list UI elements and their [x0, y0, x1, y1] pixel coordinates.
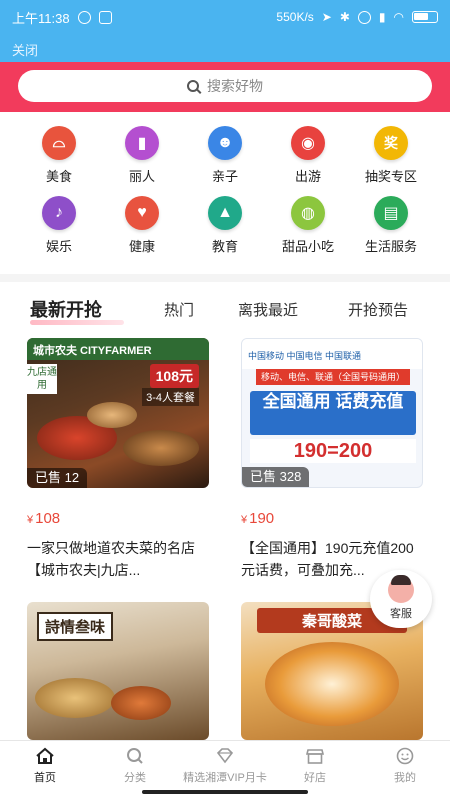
category-grid: ⌓ 美食 ▮ 丽人 ☻ 亲子 ◉ 出游 奖 抽奖专区 ♪ 娱乐 ♥ 健康 ▲ 教… — [0, 112, 450, 282]
smiley-icon — [395, 747, 415, 765]
location-icon: ➤ — [321, 10, 332, 24]
category-travel[interactable]: ◉ 出游 — [263, 126, 353, 185]
tab-nearby[interactable]: 离我最近 — [238, 299, 298, 320]
currency-symbol: ¥ — [27, 514, 34, 526]
category-education[interactable]: ▲ 教育 — [180, 196, 270, 255]
category-label: 抽奖专区 — [364, 169, 417, 184]
category-label: 亲子 — [211, 169, 238, 184]
product-image: 中国移动 中国电信 中国联通 移动、电信、联通（全国号码通用） 全国通用 话费充… — [241, 338, 423, 488]
graduation-cap-icon: ▲ — [208, 196, 242, 230]
store-badge: 九店通用 — [27, 364, 57, 394]
notification-icon — [77, 10, 91, 24]
customer-service-button[interactable]: 客服 — [370, 570, 432, 628]
carrier-logos: 中国移动 中国电信 中国联通 — [242, 339, 422, 369]
network-speed: 550K/s — [276, 10, 314, 24]
product-card[interactable]: 詩情叁味 — [27, 602, 209, 740]
customer-service-avatar-icon — [388, 575, 414, 603]
dish-plate — [111, 686, 171, 720]
nav-label: 好店 — [304, 772, 326, 784]
category-family[interactable]: ☻ 亲子 — [180, 126, 270, 185]
dish-plate — [35, 678, 115, 718]
bluetooth-icon: ✱ — [339, 10, 350, 24]
sold-count: 已售 328 — [242, 467, 310, 487]
dish-plate — [265, 642, 399, 726]
product-image: 城市农夫 CITYFARMER 九店通用 108元 3-4人套餐 已售 12 — [27, 338, 209, 488]
category-food[interactable]: ⌓ 美食 — [14, 126, 104, 185]
category-label: 甜品小吃 — [281, 239, 334, 254]
basket-icon: ▤ — [374, 196, 408, 230]
camera-icon: ◉ — [291, 126, 325, 160]
category-label: 娱乐 — [45, 239, 72, 254]
title-bar: 关闭 — [0, 34, 450, 62]
sold-count: 已售 12 — [27, 468, 88, 488]
nav-label: 精选湘潭VIP月卡 — [183, 772, 267, 784]
microphone-icon: ♪ — [42, 196, 76, 230]
search-band: 搜索好物 — [0, 62, 450, 112]
category-health[interactable]: ♥ 健康 — [97, 196, 187, 255]
status-bar: 上午11:38 550K/s ➤ ✱ ▮ ◠ — [0, 0, 450, 34]
nav-label: 首页 — [34, 772, 56, 784]
home-icon — [35, 747, 55, 765]
topup-headline: 全国通用 话费充值 — [250, 391, 416, 435]
category-label: 教育 — [211, 239, 238, 254]
category-label: 健康 — [128, 239, 155, 254]
price-value: 190 — [249, 510, 275, 527]
dessert-icon: ◍ — [291, 196, 325, 230]
category-beauty[interactable]: ▮ 丽人 — [97, 126, 187, 185]
tab-bar: 最新开抢 热门 离我最近 开抢预告 — [0, 290, 450, 330]
tab-preview[interactable]: 开抢预告 — [348, 299, 408, 320]
cloche-icon: ⌓ — [42, 126, 76, 160]
gesture-home-bar[interactable] — [142, 790, 308, 794]
alarm-icon — [357, 10, 371, 24]
status-time: 上午11:38 — [12, 10, 70, 26]
app-notification-icon — [98, 10, 112, 24]
currency-symbol: ¥ — [241, 514, 248, 526]
nav-label: 分类 — [124, 772, 146, 784]
tab-latest[interactable]: 最新开抢 — [30, 296, 102, 322]
dish-plate — [87, 402, 137, 428]
family-icon: ☻ — [208, 126, 242, 160]
search-input[interactable]: 搜索好物 — [18, 70, 432, 102]
brand-banner: 城市农夫 CITYFARMER — [27, 338, 209, 360]
search-placeholder: 搜索好物 — [207, 78, 263, 94]
prize-icon: 奖 — [374, 126, 408, 160]
dish-plate — [123, 430, 199, 466]
diamond-icon — [215, 747, 235, 765]
product-price: ¥108 — [27, 510, 209, 527]
wifi-icon: ◠ — [393, 10, 404, 24]
signal-icon: ▮ — [378, 10, 386, 24]
product-price: ¥190 — [241, 510, 423, 527]
product-card[interactable]: 中国移动 中国电信 中国联通 移动、电信、联通（全国号码通用） 全国通用 话费充… — [241, 338, 423, 581]
product-card[interactable]: 城市农夫 CITYFARMER 九店通用 108元 3-4人套餐 已售 12 ¥… — [27, 338, 209, 581]
category-lottery[interactable]: 奖 抽奖专区 — [346, 126, 436, 185]
nav-label: 我的 — [394, 772, 416, 784]
search-icon — [125, 747, 145, 765]
nav-mine[interactable]: 我的 — [360, 741, 450, 800]
product-image: 詩情叁味 — [27, 602, 209, 740]
tab-hot[interactable]: 热门 — [164, 299, 194, 320]
customer-service-label: 客服 — [390, 608, 412, 620]
search-icon — [187, 80, 199, 92]
product-description: 一家只做地道农夫菜的名店【城市农夫|九店... — [27, 540, 195, 578]
battery-icon — [412, 11, 438, 23]
close-button[interactable]: 关闭 — [12, 43, 38, 58]
nav-home[interactable]: 首页 — [0, 741, 90, 800]
image-title: 詩情叁味 — [37, 612, 114, 641]
category-label: 出游 — [294, 169, 321, 184]
price-value: 108 — [35, 510, 61, 527]
category-life-service[interactable]: ▤ 生活服务 — [346, 196, 436, 255]
category-entertainment[interactable]: ♪ 娱乐 — [14, 196, 104, 255]
category-label: 生活服务 — [364, 239, 417, 254]
carrier-ribbon: 移动、电信、联通（全国号码通用） — [256, 369, 410, 385]
category-dessert[interactable]: ◍ 甜品小吃 — [263, 196, 353, 255]
lipstick-icon: ▮ — [125, 126, 159, 160]
category-label: 丽人 — [128, 169, 155, 184]
set-name: 3-4人套餐 — [142, 388, 199, 406]
topup-amount: 190=200 — [250, 439, 416, 463]
store-icon — [305, 747, 325, 765]
category-label: 美食 — [45, 169, 72, 184]
heart-hand-icon: ♥ — [125, 196, 159, 230]
image-price-tag: 108元 — [149, 364, 199, 388]
